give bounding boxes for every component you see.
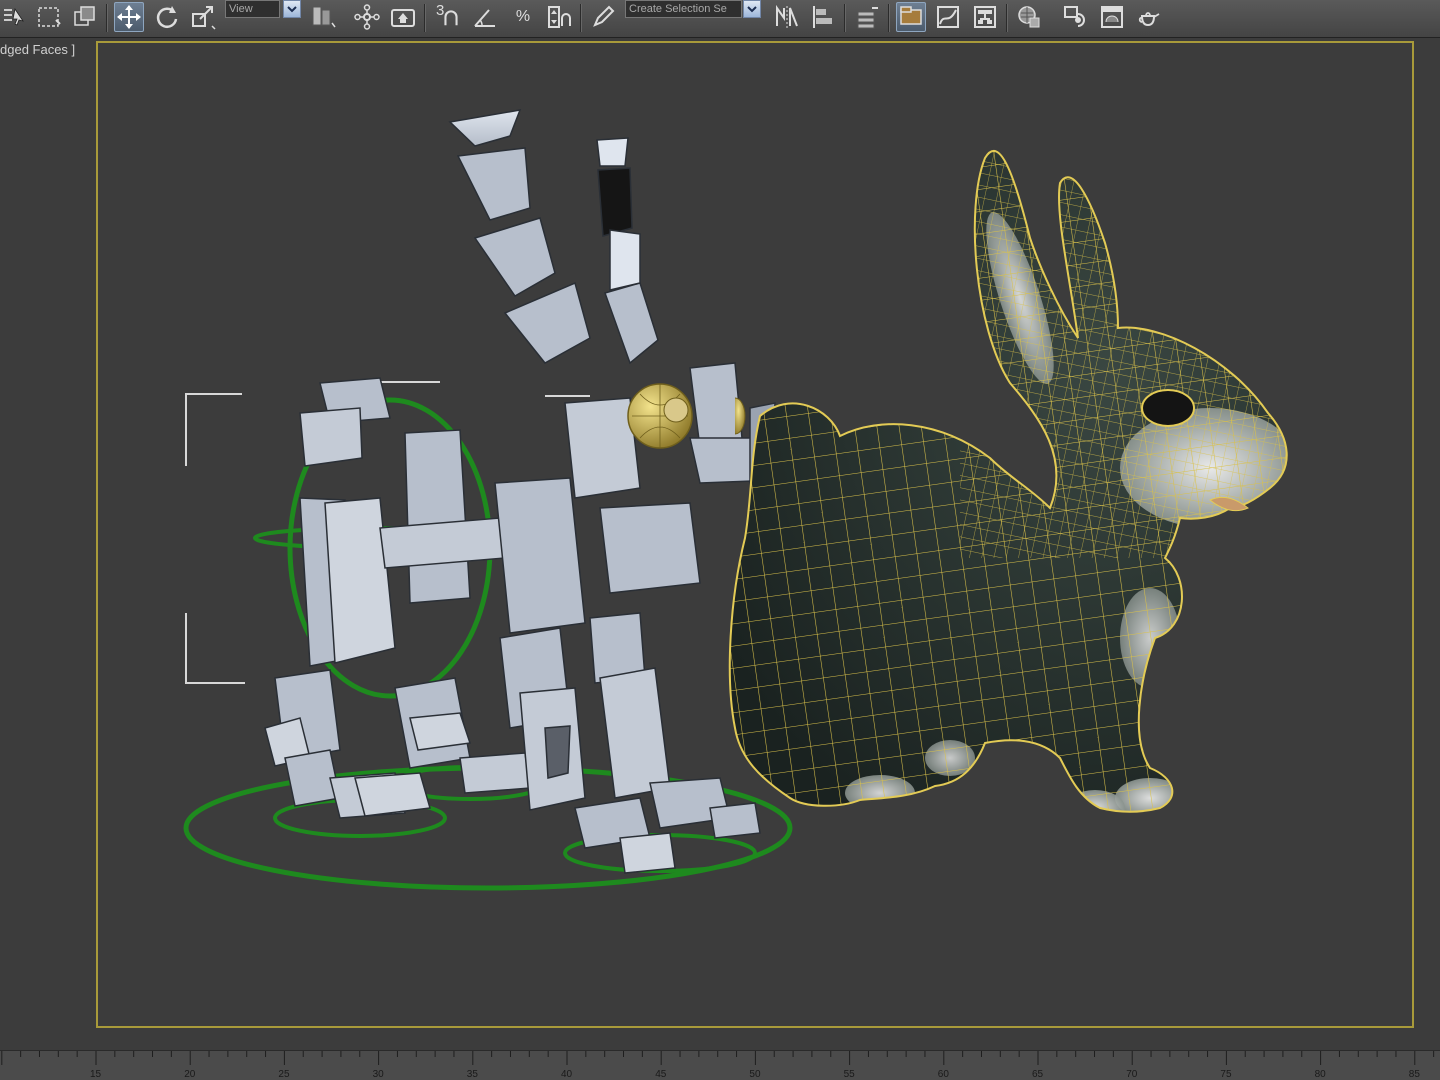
schematic-view-icon[interactable] [970, 2, 1000, 32]
viewport-shading-label[interactable]: dged Faces ] [0, 42, 75, 57]
rectangular-selection-icon[interactable] [34, 2, 64, 32]
layer-manager-icon[interactable] [852, 2, 882, 32]
ruler-tick-label: 55 [844, 1069, 856, 1080]
spinner-snap-icon[interactable] [543, 2, 573, 32]
select-by-name-icon[interactable] [0, 2, 30, 32]
use-pivot-center-icon[interactable] [308, 2, 338, 32]
select-rotate-icon[interactable] [152, 2, 182, 32]
ruler-tick-label: 30 [373, 1069, 385, 1080]
ruler-tick-label: 40 [561, 1069, 573, 1080]
ruler-ticks: 15 20 25 30 35 40 45 50 55 60 65 70 75 80 85 [1, 1051, 1435, 1080]
robot-rig[interactable] [183, 109, 836, 891]
scene-canvas[interactable] [0, 38, 1440, 1050]
ruler-tick-label: 65 [1032, 1069, 1044, 1080]
main-toolbar: View 3 % Create Selection Se [0, 0, 1440, 38]
rabbit-mesh[interactable] [720, 128, 1320, 828]
render-setup-icon[interactable] [1060, 2, 1090, 32]
graphite-modeling-icon[interactable] [896, 2, 926, 32]
percent-snap-icon[interactable]: % [508, 2, 538, 32]
ruler-tick-label: 60 [938, 1069, 950, 1080]
ruler-tick-label: 85 [1409, 1069, 1421, 1080]
mirror-icon[interactable] [772, 2, 802, 32]
ruler-tick-label: 50 [749, 1069, 761, 1080]
window-crossing-icon[interactable] [70, 2, 100, 32]
render-teapot-icon[interactable] [1134, 2, 1164, 32]
perspective-viewport[interactable]: dged Faces ] [0, 38, 1440, 1050]
named-selection-dropdown[interactable]: Create Selection Se [625, 0, 742, 18]
ruler-tick-label: 45 [655, 1069, 667, 1080]
ruler-tick-label: 25 [278, 1069, 290, 1080]
ruler-tick-label: 35 [467, 1069, 479, 1080]
select-manipulate-icon[interactable] [352, 2, 382, 32]
material-editor-icon[interactable] [1014, 2, 1044, 32]
ruler-tick-label: 70 [1126, 1069, 1138, 1080]
chevron-down-icon[interactable] [743, 0, 761, 18]
timeline-ruler[interactable]: 15 20 25 30 35 40 45 50 55 60 65 70 75 80 85 [0, 1050, 1440, 1080]
ruler-tick-label: 75 [1220, 1069, 1232, 1080]
ruler-tick-label: 80 [1315, 1069, 1327, 1080]
3d-app-window: View 3 % Create Selection Se dged Faces … [0, 0, 1440, 1080]
select-scale-icon[interactable] [188, 2, 218, 32]
curve-editor-icon[interactable] [933, 2, 963, 32]
edit-named-selection-icon[interactable] [588, 2, 618, 32]
rendered-frame-icon[interactable] [1097, 2, 1127, 32]
snaps-toggle-icon[interactable]: 3 [432, 2, 466, 32]
ruler-tick-label: 20 [184, 1069, 196, 1080]
angle-snap-icon[interactable] [470, 2, 500, 32]
ruler-tick-label: 15 [90, 1069, 102, 1080]
align-icon[interactable] [808, 2, 838, 32]
reference-coordinate-dropdown[interactable]: View [225, 0, 280, 18]
chevron-down-icon[interactable] [283, 0, 301, 18]
select-move-icon[interactable] [114, 2, 144, 32]
keyboard-shortcut-icon[interactable] [388, 2, 418, 32]
